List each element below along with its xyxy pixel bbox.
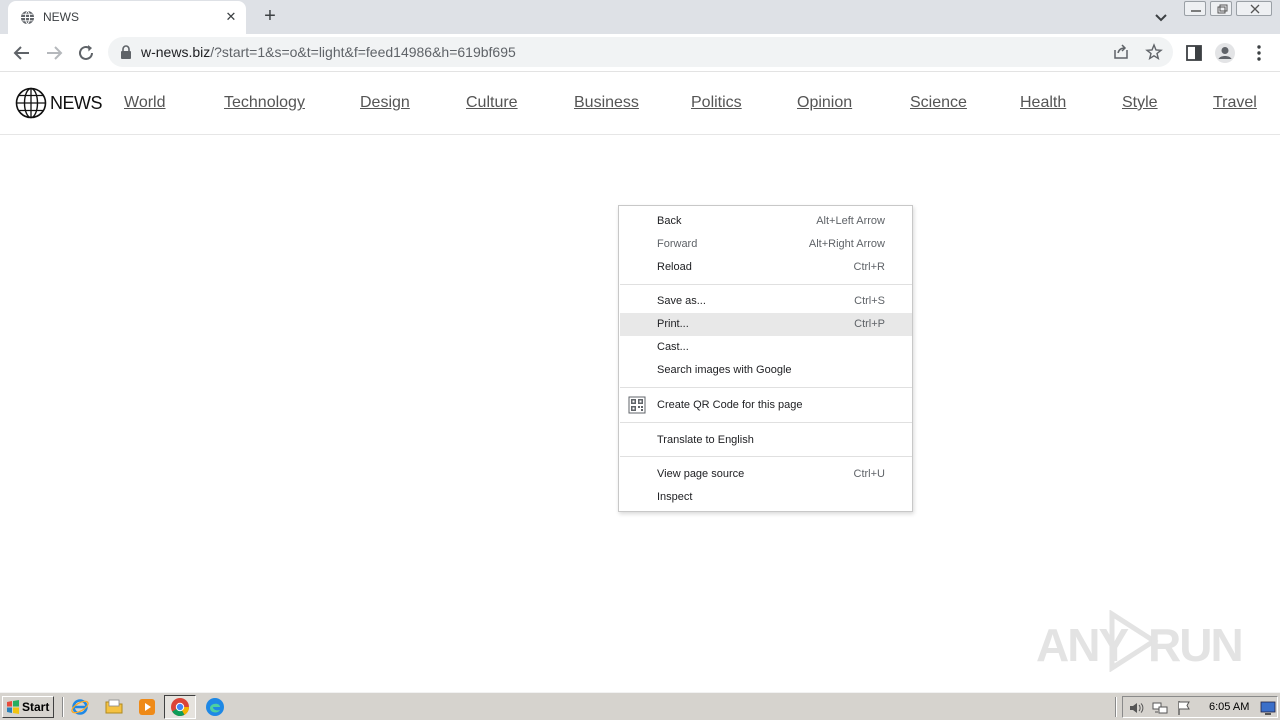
- network-icon[interactable]: [1152, 700, 1168, 716]
- chrome-icon: [171, 698, 189, 717]
- menu-item-cast[interactable]: Cast...: [620, 336, 912, 359]
- menu-item-shortcut: Alt+Right Arrow: [808, 238, 885, 250]
- internet-explorer-icon[interactable]: [70, 697, 90, 717]
- restore-icon: [1217, 4, 1228, 14]
- folder-icon[interactable]: [104, 697, 124, 717]
- nav-link-science[interactable]: Science: [910, 94, 967, 112]
- context-menu: Back Alt+Left Arrow Forward Alt+Right Ar…: [618, 205, 913, 512]
- menu-separator: [620, 284, 912, 285]
- action-center-flag-icon[interactable]: [1176, 700, 1192, 716]
- menu-item-label: Cast...: [657, 341, 689, 353]
- anyrun-watermark: ANY RUN: [1036, 606, 1244, 676]
- nav-link-design[interactable]: Design: [360, 94, 410, 112]
- menu-item-back[interactable]: Back Alt+Left Arrow: [620, 210, 912, 233]
- taskbar-separator: [1115, 697, 1117, 717]
- bookmark-star-icon[interactable]: [1145, 43, 1163, 61]
- url-path: /?start=1&s=o&t=light&f=feed14986&h=619b…: [210, 44, 516, 60]
- menu-item-save-as[interactable]: Save as... Ctrl+S: [620, 290, 912, 313]
- menu-item-inspect[interactable]: Inspect: [620, 486, 912, 509]
- menu-item-search-images[interactable]: Search images with Google: [620, 359, 912, 382]
- menu-item-reload[interactable]: Reload Ctrl+R: [620, 256, 912, 279]
- menu-item-label: Translate to English: [657, 434, 754, 446]
- site-logo[interactable]: NEWS: [15, 87, 103, 119]
- nav-link-travel[interactable]: Travel: [1213, 94, 1257, 112]
- menu-item-print[interactable]: Print... Ctrl+P: [620, 313, 912, 336]
- menu-separator: [620, 422, 912, 423]
- minimize-button[interactable]: [1184, 1, 1206, 16]
- qr-code-icon: [628, 396, 646, 414]
- tab-search-chevron-down-icon[interactable]: [1152, 8, 1170, 26]
- menu-item-translate[interactable]: Translate to English: [620, 429, 912, 452]
- taskbar-separator: [62, 697, 64, 717]
- forward-arrow-icon[interactable]: [43, 42, 65, 64]
- nav-link-style[interactable]: Style: [1122, 94, 1158, 112]
- menu-item-label: Inspect: [657, 491, 693, 503]
- url-host: w-news.biz: [141, 44, 211, 60]
- menu-item-label: Print...: [657, 318, 689, 330]
- nav-link-culture[interactable]: Culture: [466, 94, 518, 112]
- menu-item-label: Create QR Code for this page: [657, 399, 803, 411]
- media-player-icon[interactable]: [137, 697, 157, 717]
- start-label: Start: [22, 700, 50, 714]
- reload-icon[interactable]: [75, 42, 97, 64]
- close-window-button[interactable]: [1236, 1, 1272, 16]
- edge-icon[interactable]: [205, 697, 225, 717]
- address-bar[interactable]: w-news.biz/?start=1&s=o&t=light&f=feed14…: [108, 37, 1173, 67]
- windows-taskbar: Start 6:05 AM: [0, 692, 1280, 720]
- browser-tab[interactable]: NEWS ✕: [8, 1, 246, 34]
- lock-icon[interactable]: [120, 45, 132, 59]
- restore-button[interactable]: [1210, 1, 1232, 16]
- menu-separator: [620, 456, 912, 457]
- minimize-icon: [1191, 10, 1201, 12]
- nav-link-health[interactable]: Health: [1020, 94, 1066, 112]
- menu-item-shortcut: Ctrl+R: [853, 261, 885, 273]
- share-icon[interactable]: [1112, 43, 1130, 61]
- nav-link-business[interactable]: Business: [574, 94, 639, 112]
- menu-item-qr-code[interactable]: Create QR Code for this page: [620, 394, 912, 417]
- url-text[interactable]: w-news.biz/?start=1&s=o&t=light&f=feed14…: [141, 44, 516, 60]
- menu-item-label: Reload: [657, 261, 692, 273]
- site-header: NEWS World Technology Design Culture Bus…: [0, 72, 1280, 135]
- windows-flag-icon: [7, 700, 19, 714]
- clock[interactable]: 6:05 AM: [1209, 701, 1249, 713]
- menu-item-view-source[interactable]: View page source Ctrl+U: [620, 463, 912, 486]
- show-desktop-icon[interactable]: [1260, 700, 1276, 716]
- menu-item-shortcut: Ctrl+P: [854, 318, 885, 330]
- menu-separator: [620, 387, 912, 388]
- tab-close-icon[interactable]: ✕: [222, 8, 240, 26]
- system-tray: 6:05 AM: [1122, 696, 1278, 718]
- nav-link-technology[interactable]: Technology: [224, 94, 305, 112]
- menu-item-label: View page source: [657, 468, 745, 480]
- nav-link-world[interactable]: World: [124, 94, 166, 112]
- more-vertical-icon[interactable]: [1248, 42, 1270, 64]
- tab-strip: NEWS ✕ +: [0, 0, 1280, 34]
- menu-item-label: Forward: [657, 238, 698, 250]
- back-arrow-icon[interactable]: [11, 42, 33, 64]
- menu-item-forward[interactable]: Forward Alt+Right Arrow: [620, 233, 912, 256]
- nav-link-opinion[interactable]: Opinion: [797, 94, 852, 112]
- taskbar-chrome-button[interactable]: [164, 695, 196, 719]
- menu-item-label: Search images with Google: [657, 364, 792, 376]
- tab-title: NEWS: [43, 10, 79, 24]
- watermark-text-right: RUN: [1148, 619, 1244, 671]
- new-tab-plus-icon[interactable]: +: [259, 5, 281, 27]
- menu-item-label: Save as...: [657, 295, 706, 307]
- menu-item-shortcut: Ctrl+S: [854, 295, 885, 307]
- nav-link-politics[interactable]: Politics: [691, 94, 742, 112]
- profile-avatar-icon[interactable]: [1214, 42, 1236, 64]
- start-button[interactable]: Start: [2, 696, 54, 718]
- volume-icon[interactable]: [1128, 700, 1144, 716]
- globe-logo-icon: [15, 87, 47, 119]
- menu-item-shortcut: Alt+Left Arrow: [816, 215, 885, 227]
- logo-text: NEWS: [50, 92, 103, 113]
- browser-toolbar: w-news.biz/?start=1&s=o&t=light&f=feed14…: [0, 34, 1280, 72]
- close-icon: [1250, 4, 1260, 14]
- menu-item-label: Back: [657, 215, 682, 227]
- globe-icon: [20, 10, 35, 25]
- menu-item-shortcut: Ctrl+U: [853, 468, 885, 480]
- side-panel-icon[interactable]: [1183, 42, 1205, 64]
